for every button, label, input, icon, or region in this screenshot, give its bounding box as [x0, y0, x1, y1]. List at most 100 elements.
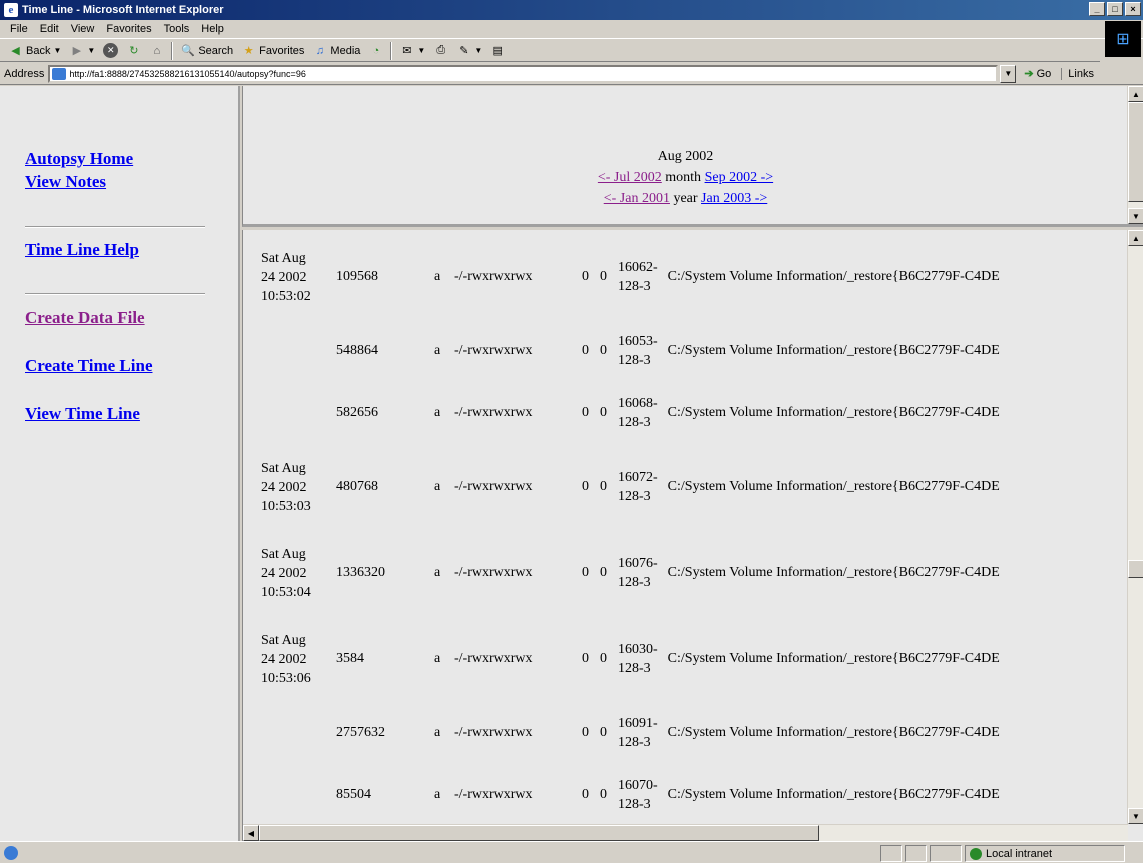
history-button[interactable]: ◔ — [364, 43, 387, 58]
mail-icon: ✉ — [402, 45, 412, 57]
go-label: Go — [1036, 67, 1052, 80]
favorites-button[interactable]: ★ Favorites — [237, 43, 308, 58]
home-button[interactable]: ⌂ — [145, 43, 168, 58]
window-title: Time Line - Microsoft Internet Explorer — [22, 4, 224, 16]
view-time-line-link[interactable]: View Time Line — [25, 404, 140, 424]
refresh-button[interactable]: ↻ — [122, 43, 145, 58]
mail-button[interactable]: ✉ ▼ — [395, 43, 429, 58]
row-permissions: -/-rwxrwxrwx — [454, 787, 533, 802]
create-data-file-link[interactable]: Create Data File — [25, 308, 145, 328]
table-row: 2757632 a -/-rwxrwxrwx 0 0 16091- 128-3 C:/Syst… — [261, 702, 1000, 764]
go-button[interactable]: ➔ Go — [1024, 67, 1052, 81]
links-button[interactable]: Links — [1061, 67, 1094, 80]
scroll-up-button[interactable]: ▲ — [1128, 230, 1143, 246]
row-inode: 16072- 128-3 — [618, 470, 658, 504]
table-row: 85504 a -/-rwxrwxrwx 0 0 16070- 128-3 C:/System… — [261, 764, 1000, 826]
timeline-vertical-scrollbar[interactable]: ▲ ▼ — [1127, 230, 1143, 824]
menu-view[interactable]: View — [65, 23, 101, 35]
row-uid: 0 — [582, 269, 589, 284]
row-filename: C:/System Volume Information/_restore{B6… — [667, 787, 1000, 802]
scroll-down-button[interactable]: ▼ — [1128, 808, 1143, 824]
scroll-left-button[interactable]: ◀ — [243, 825, 259, 841]
menu-edit[interactable]: Edit — [34, 23, 65, 35]
row-date: Sat Aug 24 2002 10:53:04 — [261, 546, 311, 600]
row-date — [261, 702, 336, 764]
row-uid: 0 — [582, 787, 589, 802]
menu-tools[interactable]: Tools — [158, 23, 196, 35]
media-icon: ♫ — [315, 44, 325, 57]
forward-button[interactable]: ▶ ▼ — [65, 43, 99, 58]
row-filename: C:/System Volume Information/_restore{B6… — [667, 479, 1000, 494]
top-frame-scrollbar[interactable]: ▲ ▼ — [1127, 86, 1143, 224]
home-icon: ⌂ — [153, 44, 161, 57]
edit-icon: ✎ — [459, 45, 469, 57]
row-inode: 16068- 128-3 — [618, 396, 658, 430]
forward-arrow-icon: ▶ — [72, 45, 82, 57]
scroll-up-button[interactable]: ▲ — [1128, 86, 1143, 102]
year-label: year — [673, 191, 698, 206]
media-button[interactable]: ♫ Media — [308, 43, 364, 58]
row-date: Sat Aug 24 2002 10:53:02 — [261, 250, 311, 304]
next-year-link[interactable]: Jan 2003 -> — [701, 191, 767, 206]
edit-button[interactable]: ✎ ▼ — [452, 43, 486, 58]
discuss-button[interactable]: ▤ — [486, 43, 509, 58]
row-filename: C:/System Volume Information/_restore{B6… — [667, 725, 1000, 740]
menu-help[interactable]: Help — [195, 23, 230, 35]
back-button[interactable]: ◀ Back ▼ — [4, 43, 65, 58]
next-month-link[interactable]: Sep 2002 -> — [705, 170, 774, 185]
row-permissions: -/-rwxrwxrwx — [454, 269, 533, 284]
menu-favorites[interactable]: Favorites — [100, 23, 157, 35]
prev-year-link[interactable]: <- Jan 2001 — [604, 191, 670, 206]
row-inode: 16091- 128-3 — [618, 716, 658, 750]
close-button[interactable]: × — [1125, 2, 1141, 16]
search-label: Search — [198, 44, 234, 57]
timeline-horizontal-scrollbar[interactable]: ◀ — [243, 824, 1128, 841]
row-mac: a — [434, 725, 441, 740]
row-mac: a — [434, 405, 441, 420]
menu-bar: File Edit View Favorites Tools Help — [0, 20, 1143, 39]
divider — [25, 226, 205, 228]
address-dropdown-button[interactable]: ▼ — [1000, 64, 1017, 83]
zone-label: Local intranet — [986, 847, 1053, 860]
row-uid: 0 — [582, 343, 589, 358]
stop-button[interactable]: ✕ — [99, 43, 122, 58]
scroll-thumb[interactable] — [1128, 102, 1143, 202]
scroll-thumb[interactable] — [1128, 560, 1143, 578]
current-month: Aug 2002 — [657, 149, 714, 164]
menu-file[interactable]: File — [4, 23, 34, 35]
scroll-down-button[interactable]: ▼ — [1128, 208, 1143, 224]
time-line-help-link[interactable]: Time Line Help — [25, 240, 139, 260]
row-date: Sat Aug 24 2002 10:53:03 — [261, 460, 311, 514]
create-time-line-link[interactable]: Create Time Line — [25, 356, 152, 376]
status-cell — [880, 845, 902, 862]
row-uid: 0 — [582, 651, 589, 666]
minimize-button[interactable]: _ — [1089, 2, 1105, 16]
horizontal-scroll-thumb[interactable] — [259, 825, 819, 841]
row-inode: 16070- 128-3 — [618, 778, 658, 812]
row-permissions: -/-rwxrwxrwx — [454, 725, 533, 740]
address-input[interactable]: http://fa1:8888/274532588216131055140/au… — [48, 64, 999, 83]
status-cell — [905, 845, 927, 862]
maximize-button[interactable]: □ — [1107, 2, 1123, 16]
row-inode: 16062- 128-3 — [618, 260, 658, 294]
row-gid: 0 — [600, 479, 607, 494]
autopsy-home-link[interactable]: Autopsy Home — [25, 149, 133, 169]
print-button[interactable]: ⎙ — [429, 43, 452, 58]
row-filename: C:/System Volume Information/_restore{B6… — [667, 269, 1000, 284]
page-content: Autopsy Home View Notes Time Line Help C… — [0, 86, 1143, 841]
search-icon: 🔍 — [180, 45, 195, 57]
edit-dropdown-icon: ▼ — [474, 46, 483, 55]
row-filename: C:/System Volume Information/_restore{B6… — [667, 405, 1000, 420]
table-row: Sat Aug 24 2002 10:53:02 109568 a -/-rwxrwxrw… — [261, 234, 1000, 320]
row-mac: a — [434, 479, 441, 494]
stop-icon: ✕ — [103, 43, 119, 58]
prev-month-link[interactable]: <- Jul 2002 — [598, 170, 662, 185]
row-inode: 16053- 128-3 — [618, 334, 658, 368]
status-bar: Local intranet — [0, 841, 1143, 863]
row-size: 1336320 — [336, 565, 385, 580]
table-row: Sat Aug 24 2002 10:53:03 480768 a -/-rwxrwxrw… — [261, 444, 1000, 530]
view-notes-link[interactable]: View Notes — [25, 172, 106, 192]
row-uid: 0 — [582, 725, 589, 740]
search-button[interactable]: 🔍 Search — [176, 43, 237, 58]
row-mac: a — [434, 343, 441, 358]
